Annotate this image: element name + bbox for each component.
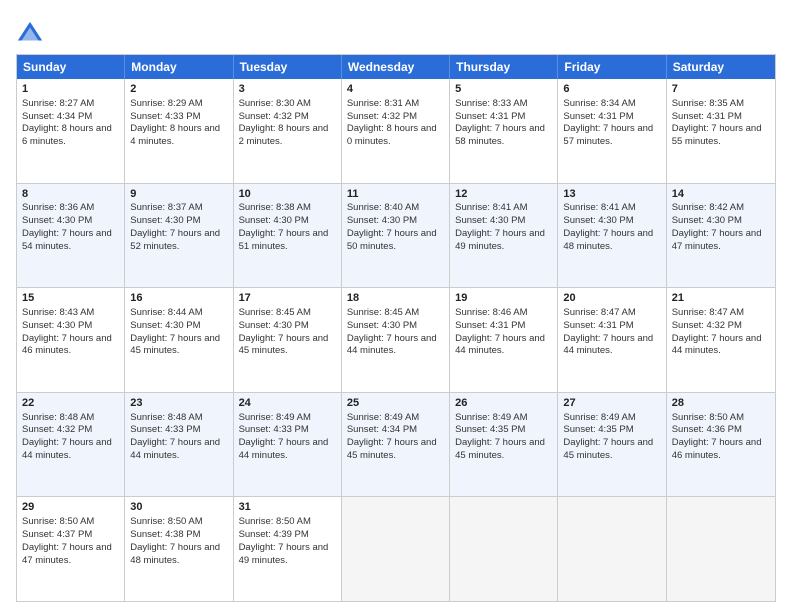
week-row-4: 22Sunrise: 8:48 AMSunset: 4:32 PMDayligh…: [17, 392, 775, 497]
header-day-monday: Monday: [125, 55, 233, 79]
day-number: 12: [455, 187, 552, 202]
day-number: 8: [22, 187, 119, 202]
day-number: 16: [130, 291, 227, 306]
day-number: 14: [672, 187, 770, 202]
calendar: SundayMondayTuesdayWednesdayThursdayFrid…: [16, 54, 776, 602]
day-number: 25: [347, 396, 444, 411]
day-cell-8: 8Sunrise: 8:36 AMSunset: 4:30 PMDaylight…: [17, 184, 125, 288]
day-number: 27: [563, 396, 660, 411]
day-cell-23: 23Sunrise: 8:48 AMSunset: 4:33 PMDayligh…: [125, 393, 233, 497]
day-cell-28: 28Sunrise: 8:50 AMSunset: 4:36 PMDayligh…: [667, 393, 775, 497]
day-number: 20: [563, 291, 660, 306]
empty-cell: [558, 497, 666, 601]
day-number: 10: [239, 187, 336, 202]
day-number: 22: [22, 396, 119, 411]
day-number: 7: [672, 82, 770, 97]
day-number: 18: [347, 291, 444, 306]
calendar-body: 1Sunrise: 8:27 AMSunset: 4:34 PMDaylight…: [17, 79, 775, 601]
week-row-2: 8Sunrise: 8:36 AMSunset: 4:30 PMDaylight…: [17, 183, 775, 288]
day-cell-7: 7Sunrise: 8:35 AMSunset: 4:31 PMDaylight…: [667, 79, 775, 183]
page: SundayMondayTuesdayWednesdayThursdayFrid…: [0, 0, 792, 612]
day-cell-30: 30Sunrise: 8:50 AMSunset: 4:38 PMDayligh…: [125, 497, 233, 601]
day-cell-6: 6Sunrise: 8:34 AMSunset: 4:31 PMDaylight…: [558, 79, 666, 183]
empty-cell: [342, 497, 450, 601]
day-number: 30: [130, 500, 227, 515]
header-day-tuesday: Tuesday: [234, 55, 342, 79]
day-number: 3: [239, 82, 336, 97]
header-day-wednesday: Wednesday: [342, 55, 450, 79]
day-cell-15: 15Sunrise: 8:43 AMSunset: 4:30 PMDayligh…: [17, 288, 125, 392]
calendar-header: SundayMondayTuesdayWednesdayThursdayFrid…: [17, 55, 775, 79]
empty-cell: [450, 497, 558, 601]
day-cell-29: 29Sunrise: 8:50 AMSunset: 4:37 PMDayligh…: [17, 497, 125, 601]
week-row-1: 1Sunrise: 8:27 AMSunset: 4:34 PMDaylight…: [17, 79, 775, 183]
day-number: 24: [239, 396, 336, 411]
day-cell-3: 3Sunrise: 8:30 AMSunset: 4:32 PMDaylight…: [234, 79, 342, 183]
empty-cell: [667, 497, 775, 601]
day-cell-31: 31Sunrise: 8:50 AMSunset: 4:39 PMDayligh…: [234, 497, 342, 601]
day-cell-27: 27Sunrise: 8:49 AMSunset: 4:35 PMDayligh…: [558, 393, 666, 497]
day-cell-19: 19Sunrise: 8:46 AMSunset: 4:31 PMDayligh…: [450, 288, 558, 392]
day-cell-24: 24Sunrise: 8:49 AMSunset: 4:33 PMDayligh…: [234, 393, 342, 497]
header-day-sunday: Sunday: [17, 55, 125, 79]
header-day-thursday: Thursday: [450, 55, 558, 79]
day-number: 19: [455, 291, 552, 306]
day-cell-21: 21Sunrise: 8:47 AMSunset: 4:32 PMDayligh…: [667, 288, 775, 392]
day-cell-22: 22Sunrise: 8:48 AMSunset: 4:32 PMDayligh…: [17, 393, 125, 497]
day-number: 9: [130, 187, 227, 202]
day-number: 23: [130, 396, 227, 411]
day-number: 26: [455, 396, 552, 411]
day-number: 17: [239, 291, 336, 306]
day-number: 2: [130, 82, 227, 97]
day-number: 11: [347, 187, 444, 202]
header: [16, 16, 776, 48]
day-number: 29: [22, 500, 119, 515]
day-cell-4: 4Sunrise: 8:31 AMSunset: 4:32 PMDaylight…: [342, 79, 450, 183]
day-number: 5: [455, 82, 552, 97]
day-cell-11: 11Sunrise: 8:40 AMSunset: 4:30 PMDayligh…: [342, 184, 450, 288]
day-number: 4: [347, 82, 444, 97]
day-cell-5: 5Sunrise: 8:33 AMSunset: 4:31 PMDaylight…: [450, 79, 558, 183]
day-number: 21: [672, 291, 770, 306]
logo-icon: [16, 20, 44, 48]
day-number: 15: [22, 291, 119, 306]
week-row-3: 15Sunrise: 8:43 AMSunset: 4:30 PMDayligh…: [17, 287, 775, 392]
logo: [16, 20, 46, 48]
week-row-5: 29Sunrise: 8:50 AMSunset: 4:37 PMDayligh…: [17, 496, 775, 601]
day-cell-13: 13Sunrise: 8:41 AMSunset: 4:30 PMDayligh…: [558, 184, 666, 288]
header-day-saturday: Saturday: [667, 55, 775, 79]
day-number: 6: [563, 82, 660, 97]
day-cell-25: 25Sunrise: 8:49 AMSunset: 4:34 PMDayligh…: [342, 393, 450, 497]
header-day-friday: Friday: [558, 55, 666, 79]
day-cell-14: 14Sunrise: 8:42 AMSunset: 4:30 PMDayligh…: [667, 184, 775, 288]
day-cell-2: 2Sunrise: 8:29 AMSunset: 4:33 PMDaylight…: [125, 79, 233, 183]
day-cell-20: 20Sunrise: 8:47 AMSunset: 4:31 PMDayligh…: [558, 288, 666, 392]
day-cell-10: 10Sunrise: 8:38 AMSunset: 4:30 PMDayligh…: [234, 184, 342, 288]
day-cell-16: 16Sunrise: 8:44 AMSunset: 4:30 PMDayligh…: [125, 288, 233, 392]
day-cell-18: 18Sunrise: 8:45 AMSunset: 4:30 PMDayligh…: [342, 288, 450, 392]
day-number: 31: [239, 500, 336, 515]
day-cell-26: 26Sunrise: 8:49 AMSunset: 4:35 PMDayligh…: [450, 393, 558, 497]
day-number: 13: [563, 187, 660, 202]
day-number: 28: [672, 396, 770, 411]
day-cell-1: 1Sunrise: 8:27 AMSunset: 4:34 PMDaylight…: [17, 79, 125, 183]
day-cell-17: 17Sunrise: 8:45 AMSunset: 4:30 PMDayligh…: [234, 288, 342, 392]
day-number: 1: [22, 82, 119, 97]
day-cell-9: 9Sunrise: 8:37 AMSunset: 4:30 PMDaylight…: [125, 184, 233, 288]
day-cell-12: 12Sunrise: 8:41 AMSunset: 4:30 PMDayligh…: [450, 184, 558, 288]
